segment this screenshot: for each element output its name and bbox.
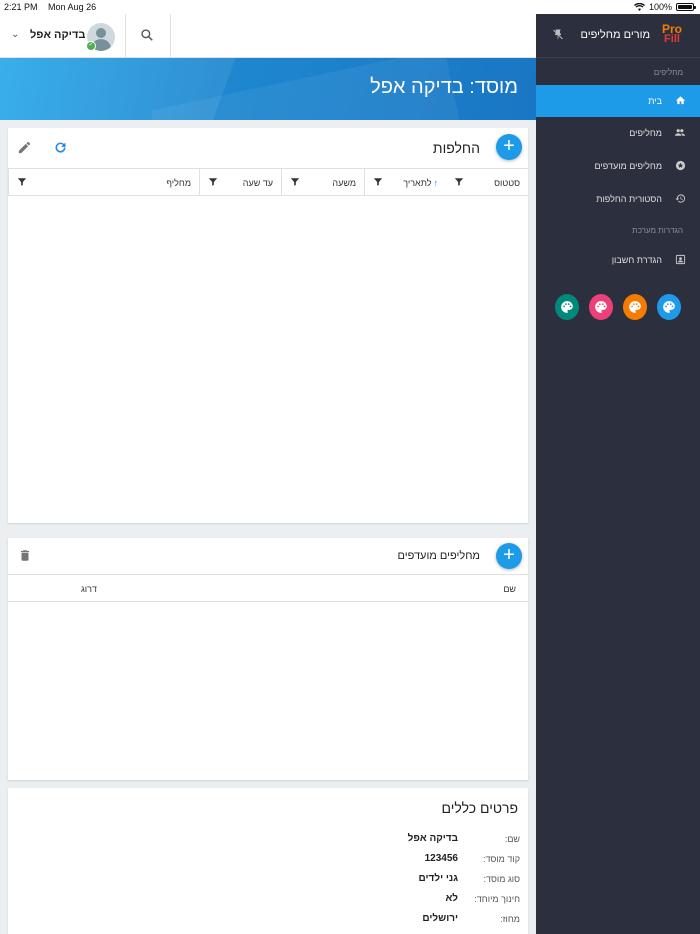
palette-icon [629,301,641,313]
user-menu[interactable]: ⌄ בדיקה אפל ✓ [0,14,126,58]
search-icon [141,29,153,41]
status-bar: 2:21 PM Mon Aug 26 100% [0,0,700,14]
substitutions-title: החלפות [432,140,480,156]
history-icon [675,194,686,203]
section-system-settings: הגדרות מערכת [632,226,683,235]
detail-row-district: מחוז: ירושלים [422,913,520,924]
theme-teal-button[interactable] [555,294,579,320]
status-time: 2:21 PM [4,2,38,12]
palette-icon [561,301,573,313]
column-from-hour[interactable]: משעה [281,169,364,196]
column-name[interactable]: שם [503,584,516,594]
theme-blue-button[interactable] [657,294,681,320]
theme-orange-button[interactable] [623,294,647,320]
chevron-down-icon: ⌄ [11,29,20,40]
pin-off-icon[interactable] [552,28,564,41]
sidebar-item-account[interactable]: הגדרת חשבון [536,244,700,276]
add-candidate-button[interactable]: + [496,543,522,569]
edit-icon[interactable] [17,140,32,155]
candidates-table-header: שם דרוג [8,574,528,602]
online-check-icon: ✓ [86,41,96,51]
sidebar-item-substitutes[interactable]: מחליפים [536,117,700,149]
substitutions-card: + החלפות סטטוס לתאריך ↑ משעה עד שעה מחליף [8,128,528,523]
search-button[interactable] [126,14,171,58]
filter-icon[interactable] [208,177,218,187]
page-title: מוסד: בדיקה אפל [370,76,518,98]
star-icon [675,160,686,171]
sidebar-item-preferred[interactable]: מחליפים מועדפים [536,150,700,182]
filter-icon[interactable] [290,177,300,187]
status-date: Mon Aug 26 [48,2,97,12]
details-card: פרטים כללים שם: בדיקה אפל קוד מוסד: 1234… [8,788,528,934]
column-substitute[interactable]: מחליף [8,169,199,196]
candidates-card: + מחליפים מועדפים שם דרוג [8,538,528,780]
filter-icon[interactable] [373,177,383,187]
battery-icon [676,3,696,11]
home-icon [675,96,686,105]
sidebar-item-home[interactable]: בית [536,85,700,117]
refresh-icon[interactable] [53,140,68,155]
page-banner: מוסד: בדיקה אפל [0,58,536,120]
user-name: בדיקה אפל [30,29,86,41]
app-name: מורים מחליפים [580,29,650,41]
top-bar: ⌄ בדיקה אפל ✓ [0,14,536,58]
delete-icon[interactable] [18,548,32,563]
filter-icon[interactable] [454,177,464,187]
battery-percent: 100% [648,2,672,12]
sort-asc-icon: ↑ [433,178,439,188]
details-list: שם: בדיקה אפל קוד מוסד: 123456 סוג מוסד:… [280,832,520,932]
sidebar-header: Pro Fill מורים מחליפים [536,14,700,58]
detail-row-type: סוג מוסד: גני ילדים [418,873,520,884]
people-icon [674,129,686,136]
theme-picker [536,294,700,324]
section-substitutes: מחליפים [653,68,683,77]
account-box-icon [675,254,686,265]
detail-row-name: שם: בדיקה אפל [407,833,520,844]
detail-row-code: קוד מוסד: 123456 [424,853,520,864]
column-rank[interactable]: דרוג [81,584,97,594]
column-status[interactable]: סטטוס [446,169,528,196]
add-substitution-button[interactable]: + [496,134,522,160]
filter-icon[interactable] [17,177,27,187]
column-to-hour[interactable]: עד שעה [199,169,281,196]
detail-row-special-ed: חינוך מיוחד: לא [445,893,520,904]
sidebar: Pro Fill מורים מחליפים מחליפים בית מחליפ… [536,14,700,934]
theme-pink-button[interactable] [589,294,613,320]
wifi-icon [633,3,645,11]
substitutions-table-header: סטטוס לתאריך ↑ משעה עד שעה מחליף [8,168,528,196]
app-logo: Pro Fill [661,22,682,45]
candidates-title: מחליפים מועדפים [397,550,480,562]
details-title: פרטים כללים [441,800,518,816]
palette-icon [595,301,607,313]
palette-icon [663,301,675,313]
column-date[interactable]: לתאריך ↑ [364,169,446,196]
sidebar-item-history[interactable]: הסטורית החלפות [536,183,700,215]
